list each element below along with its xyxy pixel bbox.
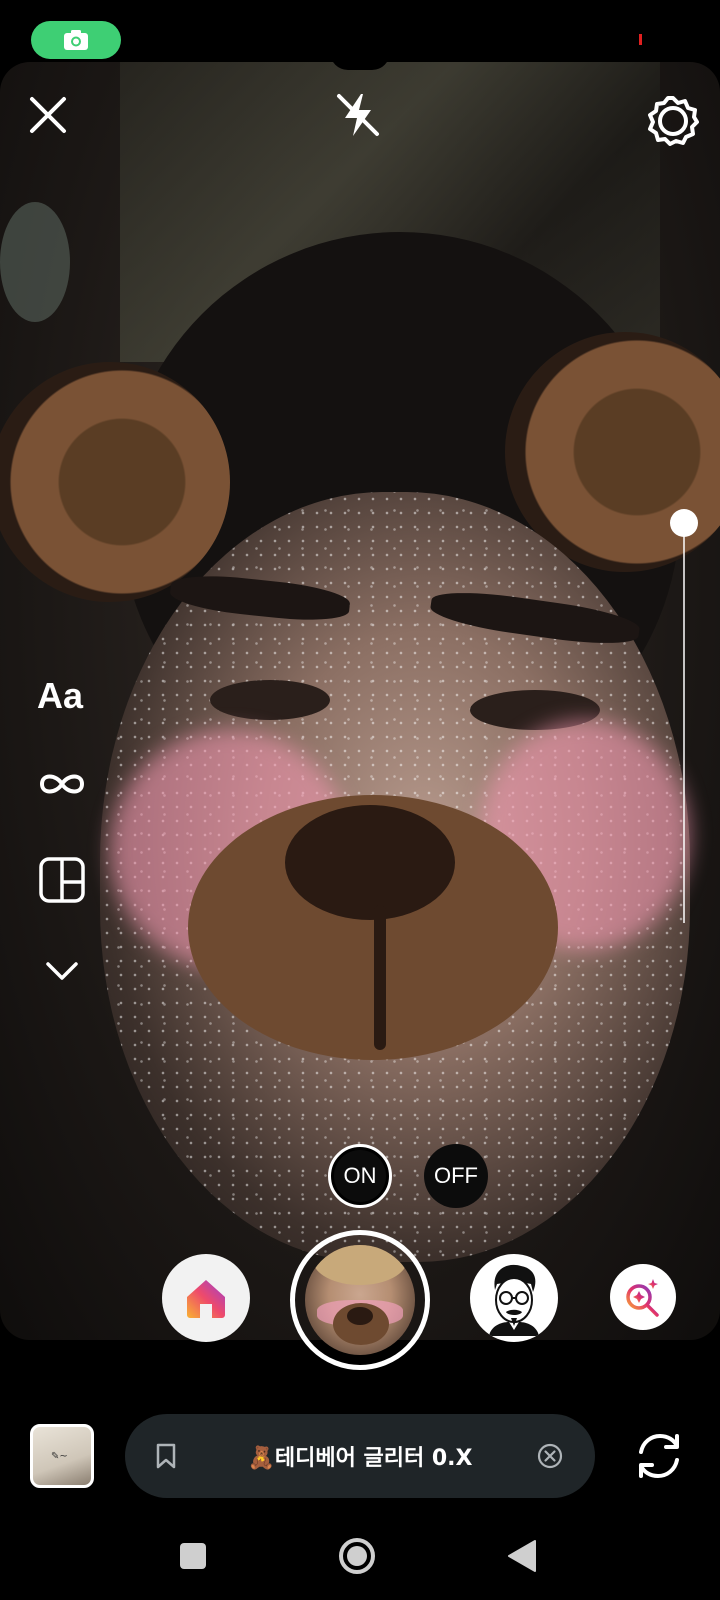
preview-nose [347,1307,373,1325]
settings-button[interactable] [647,95,699,147]
back-triangle-icon [508,1540,536,1572]
browse-effects-button[interactable] [610,1264,676,1330]
effect-off-button[interactable]: OFF [424,1144,488,1208]
close-icon [30,97,66,133]
camera-notch [330,52,390,70]
effect-on-button[interactable]: ON [328,1144,392,1208]
gallery-button[interactable]: ✎~ [30,1424,94,1488]
infinity-icon [39,774,85,794]
background-plant [0,202,70,322]
text-tool-button[interactable]: Aa [37,675,83,717]
search-sparkle-icon [626,1279,659,1317]
bear-nose [285,805,455,920]
flip-camera-icon [639,1433,679,1479]
bear-ear-left [0,362,230,602]
recents-square-icon [180,1543,206,1569]
bookmark-icon[interactable] [155,1443,177,1469]
home-circle-icon [339,1538,375,1574]
chevron-down-icon [46,962,78,980]
camera-in-use-indicator [31,21,121,59]
recording-indicator [639,34,642,45]
clear-circle-icon[interactable] [537,1443,563,1469]
settings-icon [648,96,699,146]
home-effect-button[interactable] [162,1254,250,1342]
camera-icon [64,30,88,50]
layout-icon [39,857,85,903]
man-with-glasses-icon [489,1264,539,1336]
effect-name-label: 🧸테디베어 글리터 0.X [247,1446,473,1471]
layout-button[interactable] [38,856,86,904]
selected-effect-preview[interactable] [305,1245,415,1355]
back-button[interactable] [505,1538,539,1574]
recents-button[interactable] [178,1541,208,1571]
flash-off-icon [337,94,379,136]
more-tools-button[interactable] [44,958,80,984]
preview-hair [313,1245,407,1285]
flip-camera-button[interactable] [633,1430,685,1482]
close-button[interactable] [28,95,68,135]
bear-mouth-line [374,905,386,1050]
boomerang-button[interactable] [36,768,88,800]
flash-button[interactable] [333,90,383,140]
gallery-thumbnail-image: ✎~ [51,1451,68,1462]
eye-left [210,680,330,720]
effect-name-bar[interactable]: 🧸테디베어 글리터 0.X [125,1414,595,1498]
zoom-slider-thumb[interactable] [670,509,698,537]
home-button[interactable] [338,1537,376,1575]
home-gradient-icon [187,1280,225,1318]
man-glasses-effect-button[interactable] [470,1254,558,1342]
zoom-slider-track[interactable] [683,523,685,923]
